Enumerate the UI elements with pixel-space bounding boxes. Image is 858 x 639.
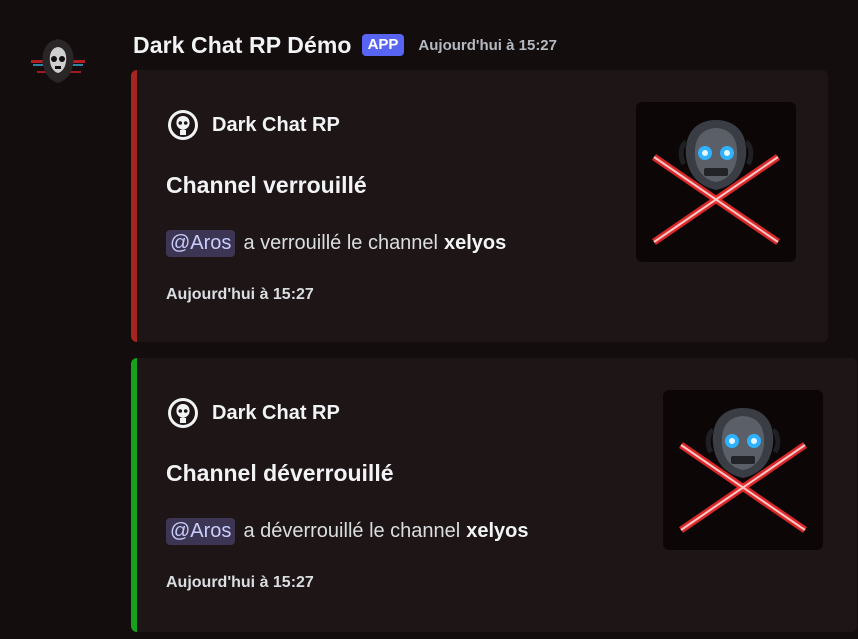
bot-username[interactable]: Dark Chat RP Démo <box>133 32 352 59</box>
embed-author: Dark Chat RP <box>166 396 340 430</box>
user-mention[interactable]: @Aros <box>166 518 236 545</box>
channel-name: xelyos <box>466 520 529 542</box>
app-badge: APP <box>361 34 405 56</box>
embed-footer-timestamp: Aujourd'hui à 15:27 <box>166 286 314 303</box>
hooded-skull-icon <box>168 110 198 140</box>
embed-footer-timestamp: Aujourd'hui à 15:27 <box>166 574 314 591</box>
hooded-skull-avatar-icon <box>23 27 93 97</box>
embed-description: @Aros a verrouillé le channel xelyos <box>166 230 506 257</box>
user-mention[interactable]: @Aros <box>166 230 236 257</box>
embed-channel-unlocked: Dark Chat RP Channel déverrouillé @Aros … <box>131 358 857 632</box>
action-text: a verrouillé le channel <box>243 232 438 254</box>
hooded-skull-icon <box>168 398 198 428</box>
skull-crossed-sabers-icon <box>663 390 823 550</box>
embed-author-name: Dark Chat RP <box>212 113 340 136</box>
bot-avatar[interactable] <box>23 27 93 97</box>
skull-crossed-sabers-icon <box>636 102 796 262</box>
embed-author: Dark Chat RP <box>166 108 340 142</box>
embed-author-name: Dark Chat RP <box>212 401 340 424</box>
embed-title: Channel déverrouillé <box>166 460 394 486</box>
message-header: Dark Chat RP Démo APP Aujourd'hui à 15:2… <box>133 28 557 62</box>
embed-accent-bar <box>131 70 137 342</box>
embed-thumbnail[interactable] <box>636 102 796 262</box>
embed-thumbnail[interactable] <box>663 390 823 550</box>
channel-name: xelyos <box>444 232 507 254</box>
embed-description: @Aros a déverrouillé le channel xelyos <box>166 518 529 545</box>
message-timestamp[interactable]: Aujourd'hui à 15:27 <box>418 37 557 54</box>
action-text: a déverrouillé le channel <box>243 520 461 542</box>
embed-accent-bar <box>131 358 137 632</box>
embed-title: Channel verrouillé <box>166 172 367 198</box>
embed-channel-locked: Dark Chat RP Channel verrouillé @Aros a … <box>131 70 828 342</box>
